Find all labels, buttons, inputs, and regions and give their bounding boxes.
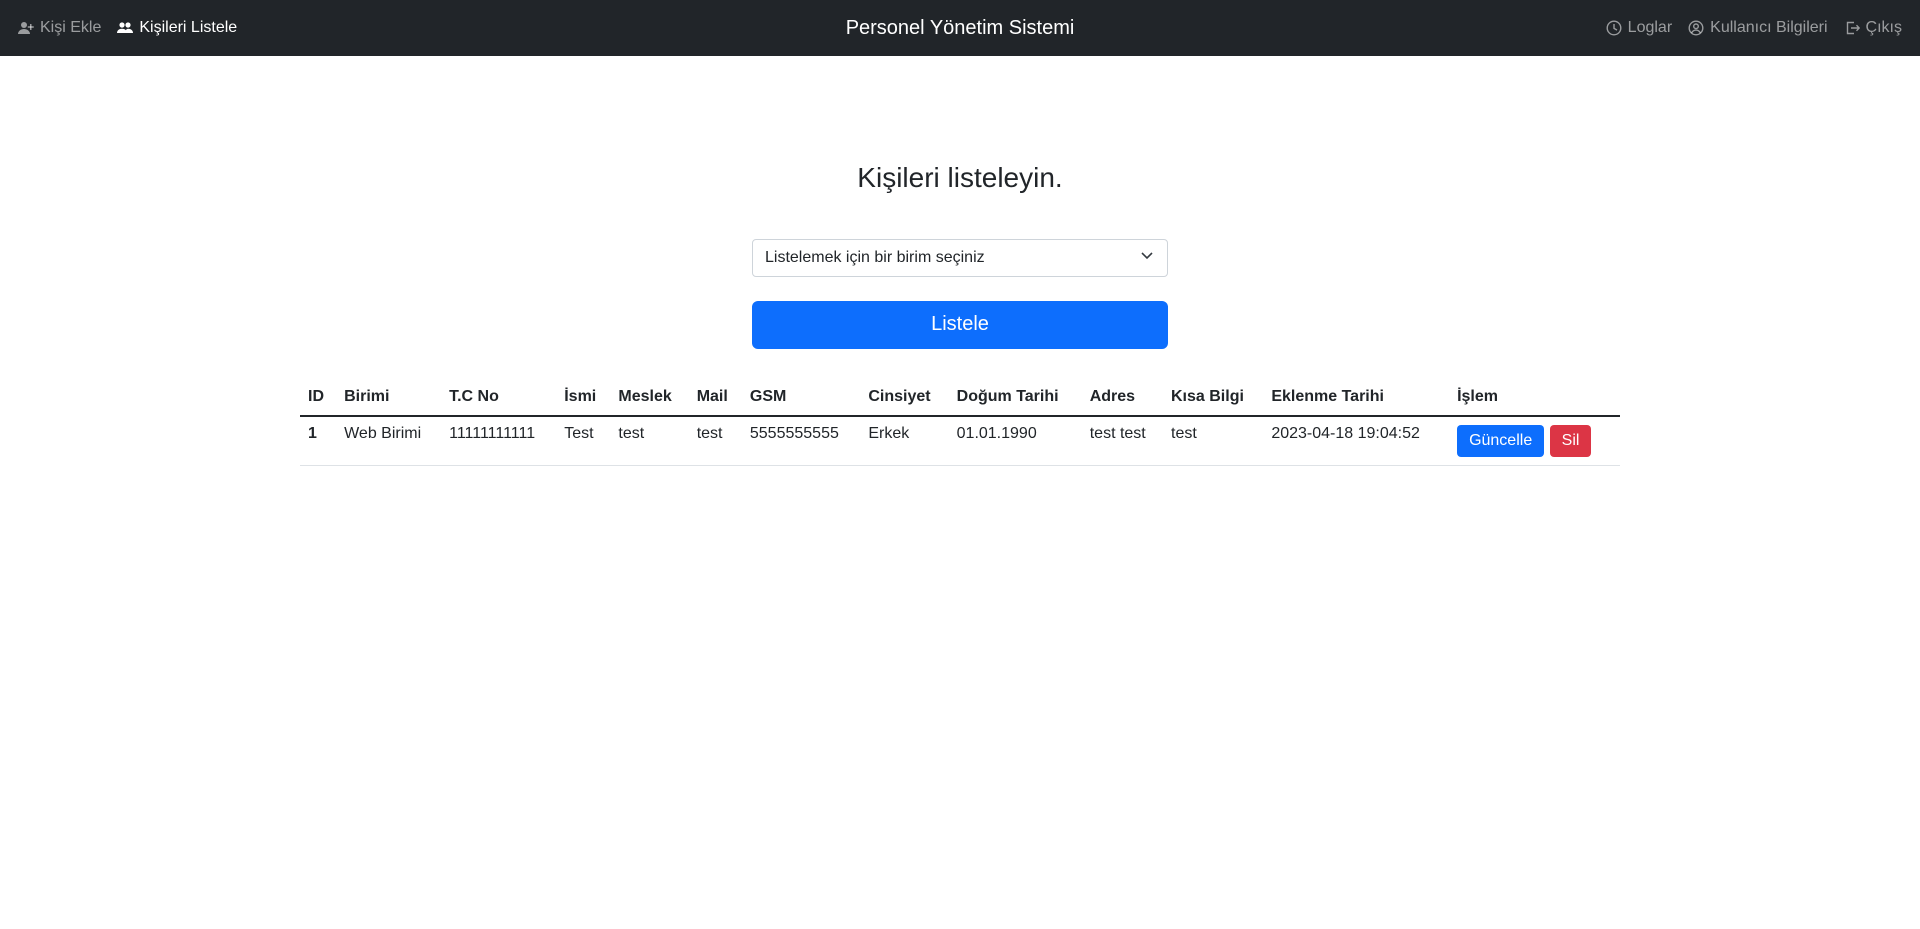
header-birth-date: Doğum Tarihi [948,378,1082,417]
main-content: Kişileri listeleyin. Listelemek için bir… [0,161,1920,466]
logout-icon [1844,20,1860,36]
cell-id: 1 [300,415,337,466]
cell-unit: Web Birimi [336,415,442,466]
cell-tc: 11111111111 [441,415,557,466]
nav-right: Loglar Kullanıcı Bilgileri Çıkış [1606,19,1902,37]
nav-left: Kişi Ekle Kişileri Listele [18,19,237,37]
table-header-row: ID Birimi T.C No İsmi Meslek Mail GSM Ci… [300,378,1620,417]
brand-title[interactable]: Personel Yönetim Sistemi [846,17,1075,40]
header-gender: Cinsiyet [860,378,949,417]
users-icon [117,20,134,36]
unit-select-value: Listelemek için bir birim seçiniz [765,248,985,266]
header-mail: Mail [688,378,742,417]
header-id: ID [300,378,337,417]
header-name: İsmi [556,378,611,417]
navbar: Kişi Ekle Kişileri Listele Personel Yöne… [0,0,1920,56]
header-address: Adres [1081,378,1163,417]
nav-logs[interactable]: Loglar [1606,19,1672,37]
nav-logout[interactable]: Çıkış [1844,19,1902,37]
unit-select[interactable]: Listelemek için bir birim seçiniz [752,238,1168,277]
cell-added-date: 2023-04-18 19:04:52 [1263,415,1450,466]
table-row: 1 Web Birimi 11111111111 Test test test … [300,415,1620,466]
chevron-down-icon [1139,247,1155,268]
page-title: Kişileri listeleyin. [857,162,1063,193]
update-button[interactable]: Güncelle [1457,424,1545,457]
cell-birth-date: 01.01.1990 [948,415,1082,466]
people-table: ID Birimi T.C No İsmi Meslek Mail GSM Ci… [300,378,1620,466]
header-job: Meslek [610,378,689,417]
header-added-date: Eklenme Tarihi [1263,378,1450,417]
nav-logout-label: Çıkış [1865,19,1902,36]
cell-short-info: test [1163,415,1264,466]
header-gsm: GSM [741,378,861,417]
cell-address: test test [1081,415,1163,466]
cell-job: test [610,415,689,466]
nav-user-info[interactable]: Kullanıcı Bilgileri [1688,19,1828,37]
nav-user-info-label: Kullanıcı Bilgileri [1710,19,1828,36]
cell-mail: test [688,415,742,466]
list-button[interactable]: Listele [752,300,1168,349]
nav-list-people[interactable]: Kişileri Listele [117,19,237,37]
header-short-info: Kısa Bilgi [1163,378,1264,417]
user-circle-icon [1688,20,1704,36]
cell-gender: Erkek [860,415,949,466]
nav-add-person-label: Kişi Ekle [40,19,102,36]
cell-name: Test [556,415,611,466]
header-tc: T.C No [441,378,557,417]
clock-icon [1606,20,1622,36]
nav-logs-label: Loglar [1627,19,1673,36]
user-plus-icon [18,20,34,36]
delete-button[interactable]: Sil [1549,424,1592,457]
header-action: İşlem [1449,378,1620,417]
cell-gsm: 5555555555 [741,415,861,466]
nav-list-people-label: Kişileri Listele [139,19,238,36]
header-unit: Birimi [336,378,442,417]
cell-action: Güncelle Sil [1449,415,1620,466]
nav-add-person[interactable]: Kişi Ekle [18,19,101,37]
